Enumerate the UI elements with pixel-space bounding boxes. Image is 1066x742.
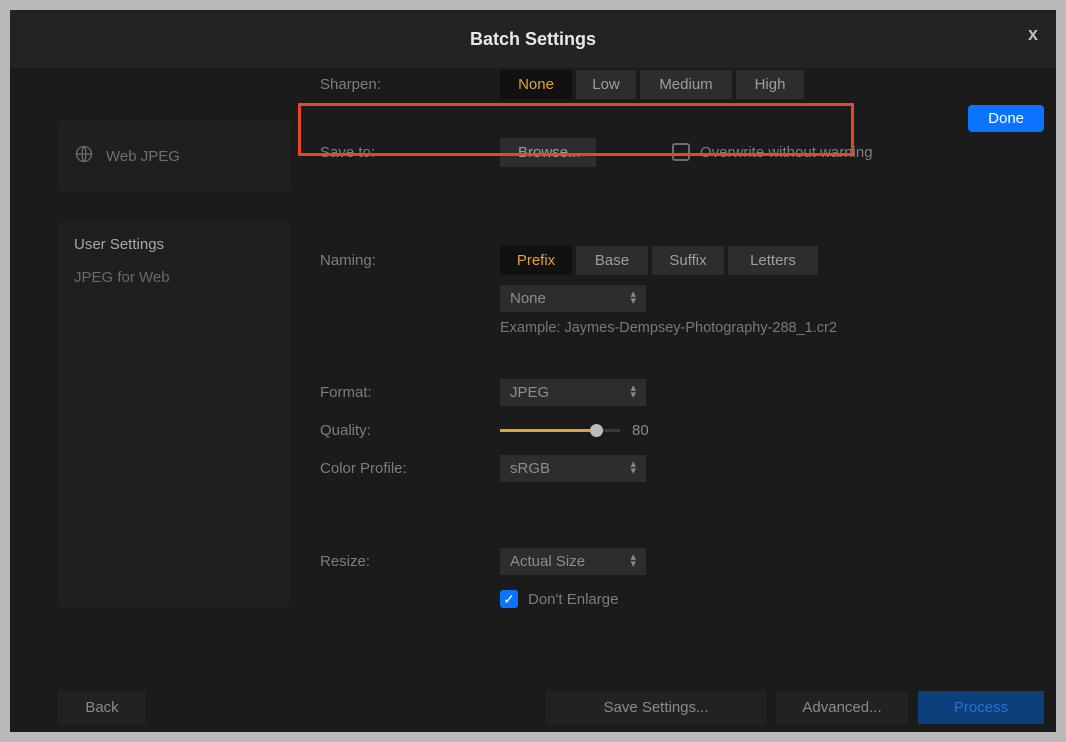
advanced-button[interactable]: Advanced... bbox=[776, 691, 908, 724]
sharpen-label: Sharpen: bbox=[320, 76, 500, 93]
dont-enlarge-row: ✓ Don't Enlarge bbox=[320, 583, 1026, 615]
dont-enlarge-checkbox[interactable]: ✓ bbox=[500, 590, 518, 608]
naming-example: Example: Jaymes-Dempsey-Photography-288_… bbox=[500, 320, 1026, 336]
format-label: Format: bbox=[320, 384, 500, 401]
format-row: Format: JPEG ▴▾ bbox=[320, 376, 1026, 408]
naming-dropdown[interactable]: None ▴▾ bbox=[500, 285, 646, 312]
naming-option-base[interactable]: Base bbox=[576, 246, 648, 275]
sharpen-option-high[interactable]: High bbox=[736, 70, 804, 99]
slider-thumb[interactable] bbox=[590, 424, 603, 437]
color-profile-label: Color Profile: bbox=[320, 460, 500, 477]
resize-row: Resize: Actual Size ▴▾ bbox=[320, 545, 1026, 577]
save-settings-button[interactable]: Save Settings... bbox=[546, 691, 766, 724]
updown-icon: ▴▾ bbox=[630, 291, 636, 305]
titlebar: Batch Settings x bbox=[10, 10, 1056, 68]
naming-dropdown-value: None bbox=[510, 290, 546, 307]
sharpen-option-medium[interactable]: Medium bbox=[640, 70, 732, 99]
save-to-label: Save to: bbox=[320, 144, 500, 161]
naming-option-prefix[interactable]: Prefix bbox=[500, 246, 572, 275]
resize-dropdown[interactable]: Actual Size ▴▾ bbox=[500, 548, 646, 575]
resize-value: Actual Size bbox=[510, 553, 585, 570]
user-settings-panel: User Settings JPEG for Web bbox=[58, 222, 290, 607]
naming-segmented: Prefix Base Suffix Letters bbox=[500, 246, 818, 275]
dont-enlarge-label: Don't Enlarge bbox=[528, 591, 618, 608]
preset-label: Web JPEG bbox=[106, 148, 180, 165]
user-settings-header: User Settings bbox=[74, 236, 274, 253]
footer: Back Save Settings... Advanced... Proces… bbox=[58, 691, 1044, 724]
quality-slider[interactable]: 80 bbox=[500, 422, 649, 439]
slider-track[interactable] bbox=[500, 429, 620, 432]
close-button[interactable]: x bbox=[1028, 24, 1038, 45]
color-profile-dropdown[interactable]: sRGB ▴▾ bbox=[500, 455, 646, 482]
dont-enlarge-checkbox-wrap[interactable]: ✓ Don't Enlarge bbox=[500, 590, 618, 608]
sidebar: Web JPEG User Settings JPEG for Web bbox=[58, 120, 290, 607]
updown-icon: ▴▾ bbox=[630, 554, 636, 568]
resize-label: Resize: bbox=[320, 553, 500, 570]
quality-label: Quality: bbox=[320, 422, 500, 439]
naming-option-letters[interactable]: Letters bbox=[728, 246, 818, 275]
quality-row: Quality: 80 bbox=[320, 414, 1026, 446]
process-button[interactable]: Process bbox=[918, 691, 1044, 724]
color-profile-row: Color Profile: sRGB ▴▾ bbox=[320, 452, 1026, 484]
color-profile-value: sRGB bbox=[510, 460, 550, 477]
format-dropdown[interactable]: JPEG ▴▾ bbox=[500, 379, 646, 406]
dialog-title: Batch Settings bbox=[470, 29, 596, 50]
browse-button[interactable]: Browse... bbox=[500, 138, 596, 167]
format-value: JPEG bbox=[510, 384, 549, 401]
sharpen-segmented: None Low Medium High bbox=[500, 70, 804, 99]
back-button[interactable]: Back bbox=[58, 691, 146, 724]
naming-label: Naming: bbox=[320, 252, 500, 269]
quality-value: 80 bbox=[632, 422, 649, 439]
sharpen-option-none[interactable]: None bbox=[500, 70, 572, 99]
globe-icon bbox=[74, 144, 94, 168]
updown-icon: ▴▾ bbox=[630, 461, 636, 475]
user-settings-item[interactable]: JPEG for Web bbox=[74, 269, 274, 286]
overwrite-checkbox-wrap[interactable]: Overwrite without warning bbox=[672, 143, 873, 161]
naming-dropdown-row: None ▴▾ bbox=[320, 282, 1026, 314]
overwrite-label: Overwrite without warning bbox=[700, 144, 873, 161]
sharpen-option-low[interactable]: Low bbox=[576, 70, 636, 99]
save-to-row: Save to: Browse... Overwrite without war… bbox=[320, 136, 1026, 168]
batch-settings-dialog: Batch Settings x Done Web JPEG User Sett… bbox=[10, 10, 1056, 732]
preset-web-jpeg[interactable]: Web JPEG bbox=[58, 120, 290, 192]
sharpen-row: Sharpen: None Low Medium High bbox=[320, 68, 1026, 100]
slider-fill bbox=[500, 429, 596, 432]
settings-form: Sharpen: None Low Medium High Save to: B… bbox=[320, 68, 1026, 621]
naming-row: Naming: Prefix Base Suffix Letters bbox=[320, 244, 1026, 276]
updown-icon: ▴▾ bbox=[630, 385, 636, 399]
naming-option-suffix[interactable]: Suffix bbox=[652, 246, 724, 275]
overwrite-checkbox[interactable] bbox=[672, 143, 690, 161]
